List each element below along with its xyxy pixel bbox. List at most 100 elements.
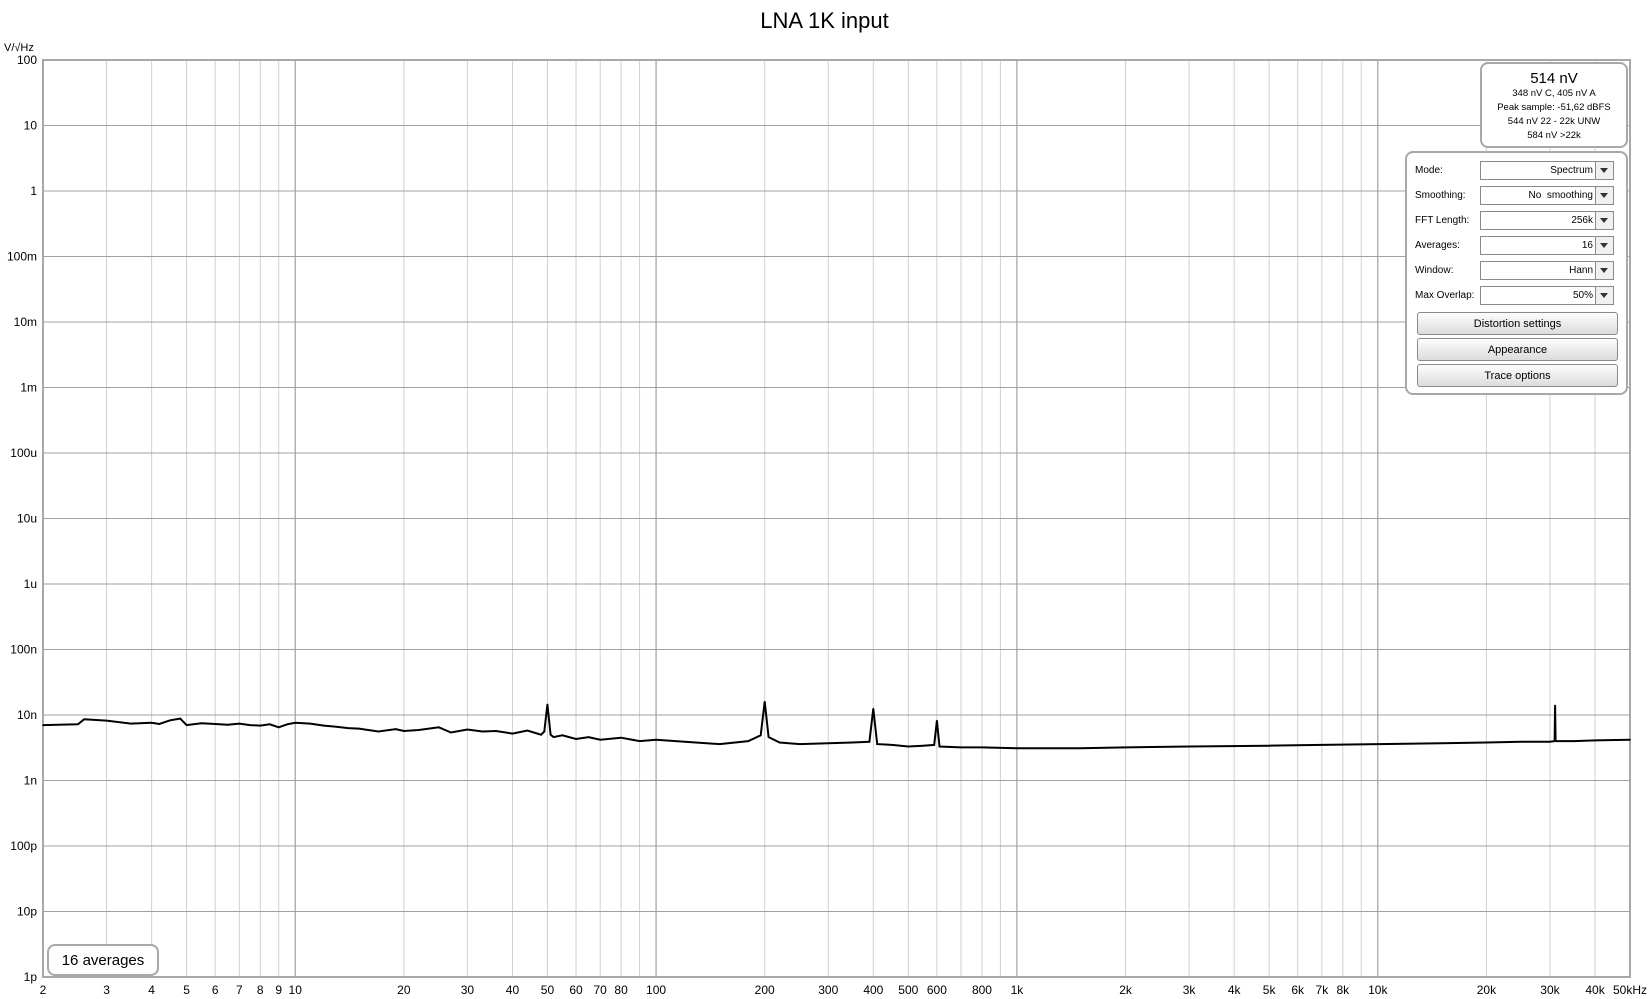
averages-value: 16 [1581,240,1593,251]
level-readout-panel: 514 nV 348 nV C, 405 nV A Peak sample: -… [1480,62,1628,148]
y-axis-unit: V/√Hz [4,42,34,54]
spectrum-point [851,741,854,744]
averages-select[interactable]: 16 [1480,236,1614,255]
spectrum-point [511,732,514,735]
mode-select[interactable]: Spectrum [1480,161,1614,180]
y-tick-label: 100p [10,839,37,853]
y-tick-label: 10p [17,905,37,919]
spectrum-point [981,746,983,749]
spectrum-point [150,722,153,724]
spectrum-point [238,722,241,725]
chevron-down-icon[interactable] [1595,287,1613,304]
spectrum-point [309,722,311,725]
spectrum-point [938,745,941,748]
spectrum-chart: 2 3 4 5 6 7 8 9 10 20 30 40 50 60 70 80 100 200 300 400 500 6… [7,53,1647,997]
controls-panel: Mode: Spectrum Smoothing: No smoothing F… [1405,151,1628,395]
spectrum-point [1268,744,1270,747]
spectrum-point [347,727,349,729]
spectrum-point [286,723,288,726]
x-axis: 2 3 4 5 6 7 8 9 10 20 30 40 50 60 70 80 100 200 300 400 500 6… [40,983,1647,997]
spectrum-point [377,730,380,733]
y-tick-label: 1m [20,381,37,395]
fft-length-label: FFT Length: [1415,215,1470,226]
spectrum-point [561,734,564,737]
x-tick-label: 2 [40,983,47,997]
x-tick-label: 7k [1316,983,1330,997]
window-label: Window: [1415,265,1454,276]
spectrum-point [546,703,549,706]
spectrum-point [778,741,781,744]
spectrum-point [1321,744,1323,746]
x-tick-label: 5k [1263,983,1277,997]
chart-title: LNA 1K input [760,8,889,33]
x-tick-label: 3k [1183,983,1197,997]
spectrum-point [1124,746,1127,749]
y-tick-label: 100n [10,643,37,657]
chevron-down-icon[interactable] [1595,212,1613,229]
spectrum-point [599,738,601,741]
spectrum-point [683,740,686,743]
averages-badge: 16 averages [47,944,159,976]
spectrum-point [42,724,44,726]
chevron-down-icon[interactable] [1595,162,1613,179]
x-tick-label: 400 [863,983,883,997]
window-value: Hann [1569,265,1593,276]
spectrum-point [403,730,405,732]
spectrum-point [158,723,161,725]
y-tick-label: 1p [24,970,38,984]
trace-group [42,700,1631,750]
spectrum-point [481,730,484,733]
distortion-settings-button[interactable]: Distortion settings [1417,312,1618,335]
spectrum-point [638,740,641,742]
spectrum-point [438,726,440,729]
trace-options-button[interactable]: Trace options [1417,364,1618,387]
y-tick-label: 1 [30,184,37,198]
x-tick-label: 8 [257,983,264,997]
x-tick-label: 40 [506,983,520,997]
y-tick-label: 100u [10,446,37,460]
y-tick-label: 1n [24,774,37,788]
spectrum-point [575,738,577,740]
fft-length-select[interactable]: 256k [1480,211,1614,230]
spectrum-point [105,719,108,722]
x-tick-label: 4 [148,983,155,997]
max-overlap-select[interactable]: 50% [1480,286,1614,305]
averages-label: Averages: [1415,240,1460,251]
fft-length-row: FFT Length: 256k [1407,209,1626,234]
spectrum-point [798,743,801,745]
x-tick-label: 50 [541,983,555,997]
spectrum-point [868,740,871,743]
smoothing-select[interactable]: No smoothing [1480,186,1614,205]
spectrum-point [226,723,229,726]
spectrum-point [1554,740,1557,742]
spectrum-point [200,722,203,724]
spectrum-point [1629,738,1631,741]
y-tick-label: 100 [17,53,37,67]
spectrum-point [890,744,893,746]
window-select[interactable]: Hann [1480,261,1614,280]
y-tick-label: 100m [7,250,37,264]
x-tick-label: 100 [646,983,666,997]
spectrum-point [960,746,962,749]
x-tick-label: 600 [927,983,947,997]
spectrum-point [759,734,762,737]
chevron-down-icon[interactable] [1595,237,1613,254]
chart-grid [42,59,1631,978]
spectrum-point [872,707,875,710]
x-tick-label: 300 [818,983,838,997]
level-readout-above-22k: 584 nV >22k [1527,130,1581,141]
spectrum-point [552,736,555,738]
mode-label: Mode: [1415,165,1443,176]
x-tick-label: 70 [593,983,607,997]
spectrum-point [129,722,132,725]
spectrum-point [268,723,271,726]
spectrum-point [587,736,590,738]
spectrum-point [907,745,910,748]
y-tick-label: 10n [17,708,37,722]
chevron-down-icon[interactable] [1595,262,1613,279]
smoothing-label: Smoothing: [1415,190,1466,201]
chevron-down-icon[interactable] [1595,187,1613,204]
appearance-button[interactable]: Appearance [1417,338,1618,361]
spectrum-trace [42,701,1631,750]
spectrum-point [169,719,171,722]
